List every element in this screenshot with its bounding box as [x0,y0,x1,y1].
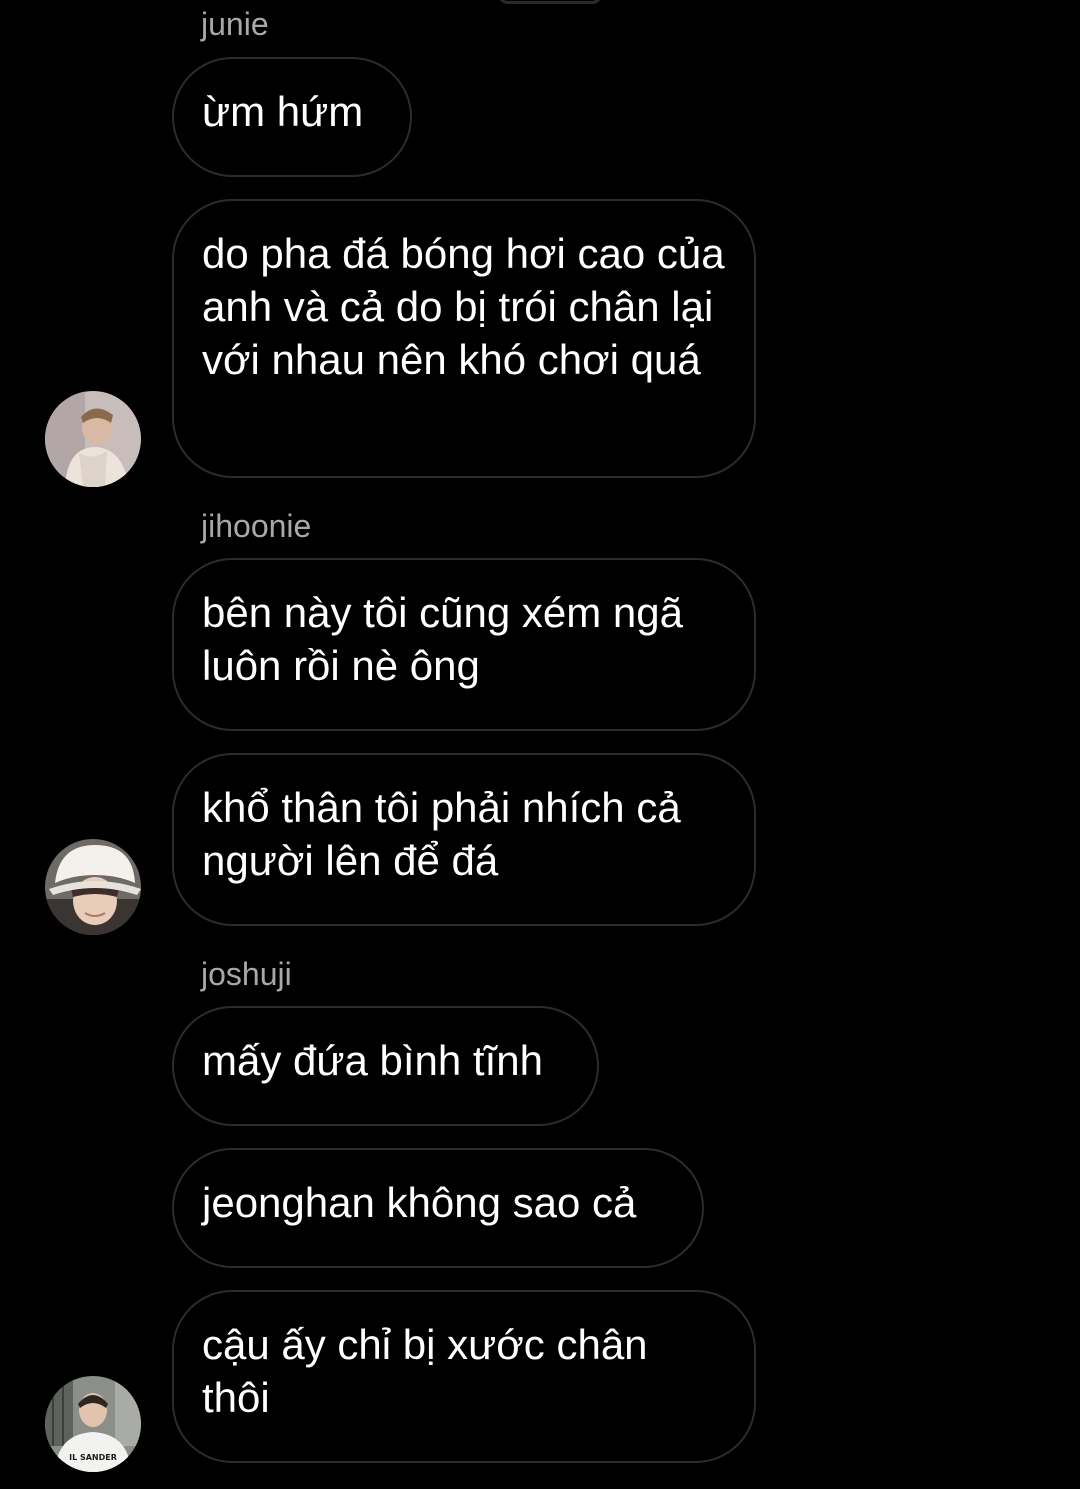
message-bubble[interactable]: ừm hứm [172,57,412,177]
avatar-photo-jihoonie [45,839,141,935]
message-text: jeonghan không sao cả [202,1179,637,1226]
message-text: bên này tôi cũng xém ngã luôn rồi nè ông [202,589,683,689]
message-bubble[interactable]: khổ thân tôi phải nhích cả người lên để … [172,753,756,926]
avatar-jihoonie[interactable] [45,839,141,935]
message-text: cậu ấy chỉ bị xước chân thôi [202,1321,648,1421]
top-cropped-element [498,0,602,4]
sender-name-junie: junie [201,6,269,42]
message-text: ừm hứm [202,88,364,135]
message-text: do pha đá bóng hơi cao của anh và cả do … [202,230,725,383]
sender-name-jihoonie: jihoonie [201,508,312,544]
avatar-photo-joshuji: IL SANDER [45,1376,141,1472]
message-text: khổ thân tôi phải nhích cả người lên để … [202,784,681,884]
sender-name-joshuji: joshuji [201,956,292,992]
message-bubble[interactable]: do pha đá bóng hơi cao của anh và cả do … [172,199,756,478]
avatar-photo-junie [45,391,141,487]
message-bubble[interactable]: bên này tôi cũng xém ngã luôn rồi nè ông [172,558,756,731]
message-text: mấy đứa bình tĩnh [202,1037,543,1084]
message-bubble[interactable]: jeonghan không sao cả [172,1148,704,1268]
message-bubble[interactable]: cậu ấy chỉ bị xước chân thôi [172,1290,756,1463]
avatar-joshuji[interactable]: IL SANDER [45,1376,141,1472]
avatar-junie[interactable] [45,391,141,487]
message-bubble[interactable]: mấy đứa bình tĩnh [172,1006,599,1126]
avatar-shirt-text: IL SANDER [69,1453,117,1462]
